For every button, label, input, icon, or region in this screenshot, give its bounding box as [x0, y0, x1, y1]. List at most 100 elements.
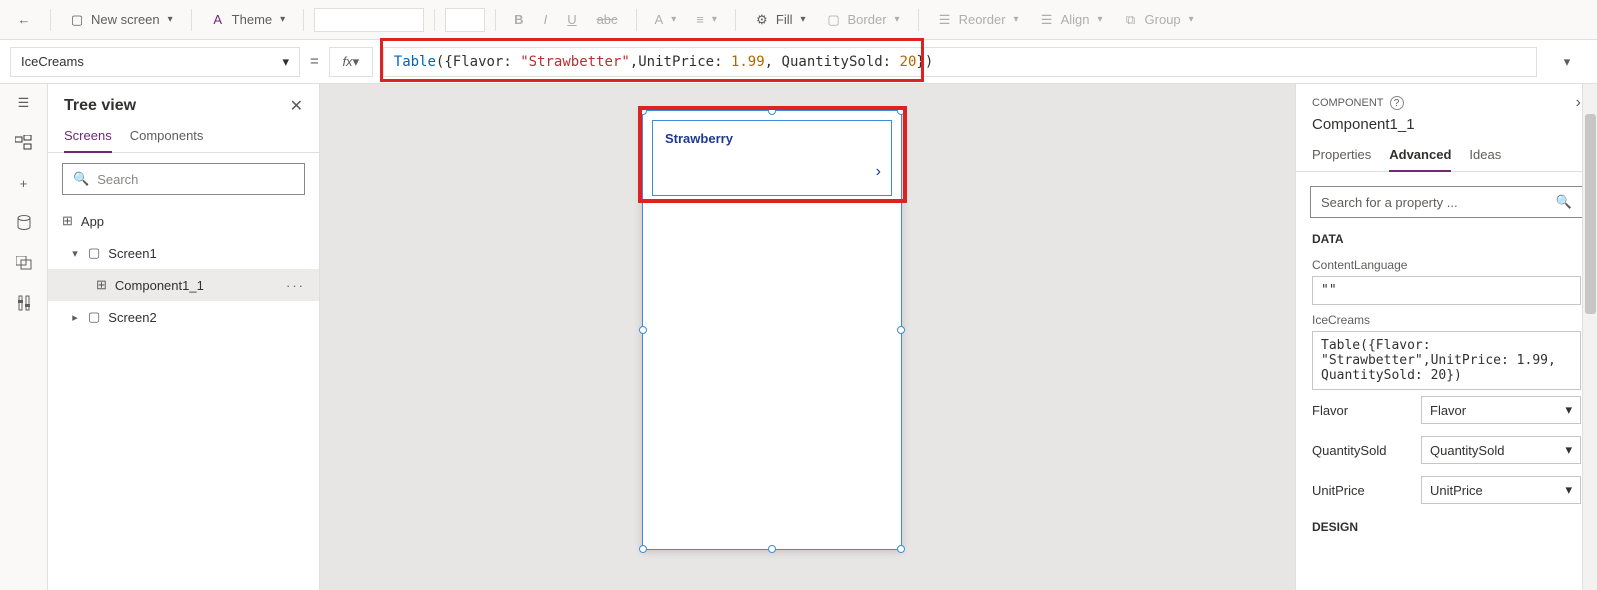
tree-item-screen1[interactable]: ▾ ▢ Screen1	[48, 237, 319, 269]
chevron-right-icon[interactable]: ▸	[70, 311, 80, 324]
chevron-down-icon: ▾	[1565, 402, 1572, 418]
formula-bar: IceCreams ▾ = fx▾ Table({Flavor: "Strawb…	[0, 40, 1597, 84]
prop-select-unitprice[interactable]: UnitPrice▾	[1421, 476, 1581, 504]
hamburger-icon[interactable]: ☰	[14, 94, 34, 112]
expand-formula-button[interactable]: ▾	[1547, 47, 1587, 77]
italic-button[interactable]: I	[536, 8, 556, 31]
group-button[interactable]: ⧉ Group▾	[1115, 8, 1202, 32]
prop-value-contentlanguage[interactable]: ""	[1312, 276, 1581, 305]
data-icon[interactable]	[14, 214, 34, 232]
underline-button[interactable]: U	[559, 8, 584, 31]
chevron-down-icon: ▾	[168, 14, 173, 25]
border-icon: ▢	[826, 12, 842, 28]
tree-label: App	[81, 214, 104, 229]
tree-item-app[interactable]: ⊞ App	[48, 205, 319, 237]
tab-components[interactable]: Components	[130, 122, 204, 152]
reorder-button[interactable]: ☰ Reorder▾	[929, 8, 1027, 32]
scrollbar-thumb[interactable]	[1585, 114, 1596, 314]
search-placeholder: Search for a property ...	[1321, 195, 1458, 210]
tab-properties[interactable]: Properties	[1312, 141, 1371, 171]
top-toolbar: ← ▢ New screen ▾ A Theme ▾ B I U abc A▾ …	[0, 0, 1597, 40]
app-icon: ⊞	[62, 213, 73, 229]
tree-view-icon[interactable]	[14, 134, 34, 152]
prop-name-quantitysold: QuantitySold	[1312, 443, 1386, 458]
screen-icon: ▢	[88, 309, 100, 325]
more-icon[interactable]: ···	[286, 278, 305, 293]
formula-input[interactable]: Table({Flavor: "Strawbetter",UnitPrice: …	[383, 47, 1537, 77]
fill-button[interactable]: ⚙ Fill ▾	[746, 8, 814, 32]
chevron-down-icon: ▾	[1565, 482, 1572, 498]
prop-select-flavor[interactable]: Flavor▾	[1421, 396, 1581, 424]
text-align-button[interactable]: ≡▾	[688, 8, 725, 31]
border-button[interactable]: ▢ Border ▾	[818, 8, 908, 32]
chevron-right-icon[interactable]: ›	[1576, 94, 1581, 112]
font-picker[interactable]	[314, 8, 424, 32]
panel-section-label: COMPONENT	[1312, 97, 1384, 109]
close-icon[interactable]: ✕	[290, 96, 303, 116]
font-color-button[interactable]: A▾	[647, 8, 685, 31]
reorder-icon: ☰	[937, 12, 953, 28]
property-search-input[interactable]: Search for a property ... 🔍	[1310, 186, 1583, 218]
screen-icon: ▢	[88, 245, 100, 261]
fill-label: Fill	[776, 12, 793, 27]
tools-icon[interactable]	[14, 294, 34, 312]
search-placeholder: Search	[97, 172, 138, 187]
new-screen-button[interactable]: ▢ New screen ▾	[61, 8, 181, 32]
prop-name-icecreams: IceCreams	[1312, 309, 1581, 331]
tab-advanced[interactable]: Advanced	[1389, 141, 1451, 172]
tree-label: Component1_1	[115, 278, 204, 293]
group-icon: ⧉	[1123, 12, 1139, 28]
new-screen-label: New screen	[91, 12, 160, 27]
component-name: Component1_1	[1296, 116, 1597, 141]
border-label: Border	[848, 12, 887, 27]
gallery-item-title: Strawberry	[665, 131, 733, 146]
tree-view-title: Tree view	[64, 97, 136, 115]
tab-ideas[interactable]: Ideas	[1469, 141, 1501, 171]
prop-value-icecreams[interactable]: Table({Flavor: "Strawbetter",UnitPrice: …	[1312, 331, 1581, 390]
fx-button[interactable]: fx▾	[329, 47, 373, 77]
search-icon: 🔍	[73, 171, 89, 187]
left-nav: ☰ +	[0, 84, 48, 590]
chevron-down-icon: ▾	[280, 14, 285, 25]
prop-name-unitprice: UnitPrice	[1312, 483, 1365, 498]
section-design: DESIGN	[1296, 516, 1597, 538]
theme-button[interactable]: A Theme ▾	[202, 8, 294, 32]
chevron-down-icon[interactable]: ▾	[70, 247, 80, 260]
tree-item-screen2[interactable]: ▸ ▢ Screen2	[48, 301, 319, 333]
strike-button[interactable]: abc	[589, 8, 626, 31]
section-data: DATA	[1296, 228, 1597, 250]
theme-label: Theme	[232, 12, 272, 27]
gallery-item[interactable]: Strawberry ›	[652, 120, 892, 196]
tree-view-panel: Tree view ✕ Screens Components 🔍 Search …	[48, 84, 320, 590]
font-size-input[interactable]	[445, 8, 485, 32]
align-button[interactable]: ☰ Align▾	[1031, 8, 1111, 32]
prop-select-quantitysold[interactable]: QuantitySold▾	[1421, 436, 1581, 464]
chevron-down-icon: ▾	[282, 54, 289, 70]
tab-screens[interactable]: Screens	[64, 122, 112, 153]
scrollbar[interactable]	[1582, 84, 1597, 590]
help-icon[interactable]: ?	[1390, 96, 1404, 110]
chevron-down-icon: ▾	[1565, 442, 1572, 458]
tree-label: Screen1	[108, 246, 156, 261]
media-icon[interactable]	[14, 254, 34, 272]
bold-button[interactable]: B	[506, 8, 531, 31]
property-selector[interactable]: IceCreams ▾	[10, 47, 300, 77]
tree-label: Screen2	[108, 310, 156, 325]
tree-item-component[interactable]: ⊞ Component1_1 ···	[48, 269, 319, 301]
property-name: IceCreams	[21, 54, 84, 69]
equals-sign: =	[310, 53, 319, 70]
tree-search-input[interactable]: 🔍 Search	[62, 163, 305, 195]
chevron-right-icon[interactable]: ›	[876, 163, 881, 181]
screen-preview[interactable]: Strawberry ›	[642, 110, 902, 550]
prop-name-flavor: Flavor	[1312, 403, 1348, 418]
properties-panel: COMPONENT ? › Component1_1 Properties Ad…	[1295, 84, 1597, 590]
fill-icon: ⚙	[754, 12, 770, 28]
component-icon: ⊞	[96, 277, 107, 293]
design-canvas[interactable]: Strawberry ›	[320, 84, 1295, 590]
insert-icon[interactable]: +	[14, 174, 34, 192]
formula-text: Table({Flavor: "Strawbetter",UnitPrice: …	[384, 54, 933, 70]
prop-name-contentlanguage: ContentLanguage	[1312, 254, 1581, 276]
back-button[interactable]: ←	[8, 8, 40, 32]
search-icon: 🔍	[1556, 194, 1572, 210]
align-icon: ☰	[1039, 12, 1055, 28]
